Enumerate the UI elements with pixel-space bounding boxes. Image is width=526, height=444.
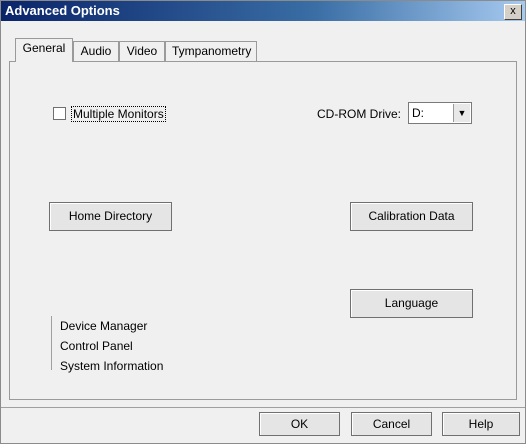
calibration-data-button[interactable]: Calibration Data — [350, 202, 473, 231]
multiple-monitors-checkbox[interactable] — [53, 107, 66, 120]
title-bar: Advanced Options x — [1, 1, 525, 21]
tab-video[interactable]: Video — [119, 41, 165, 61]
multiple-monitors-label[interactable]: Multiple Monitors — [71, 106, 166, 122]
tab-tympanometry[interactable]: Tympanometry — [165, 41, 257, 61]
cdrom-drive-value: D: — [412, 106, 424, 120]
close-button[interactable]: x — [504, 4, 522, 20]
tab-general-label: General — [22, 41, 66, 55]
cdrom-drive-label: CD-ROM Drive: — [317, 107, 401, 121]
window-title: Advanced Options — [5, 3, 120, 18]
tab-audio[interactable]: Audio — [73, 41, 119, 61]
ok-button[interactable]: OK — [259, 412, 340, 436]
advanced-options-dialog: Advanced Options x General Audio Video T… — [0, 0, 526, 444]
cancel-button[interactable]: Cancel — [351, 412, 432, 436]
chevron-down-icon[interactable]: ▼ — [453, 104, 470, 122]
tab-audio-label: Audio — [80, 44, 112, 58]
system-information-link[interactable]: System Information — [60, 356, 163, 376]
help-button[interactable]: Help — [442, 412, 520, 436]
home-directory-button[interactable]: Home Directory — [49, 202, 172, 231]
tab-video-label: Video — [126, 44, 158, 58]
cdrom-drive-select[interactable]: D: ▼ — [408, 102, 472, 124]
footer-divider — [1, 407, 525, 408]
tab-general[interactable]: General — [15, 38, 73, 62]
device-manager-link[interactable]: Device Manager — [60, 316, 163, 336]
tab-tympanometry-label: Tympanometry — [172, 44, 252, 58]
language-button[interactable]: Language — [350, 289, 473, 318]
control-panel-link[interactable]: Control Panel — [60, 336, 163, 356]
utility-links: Device Manager Control Panel System Info… — [51, 316, 163, 373]
